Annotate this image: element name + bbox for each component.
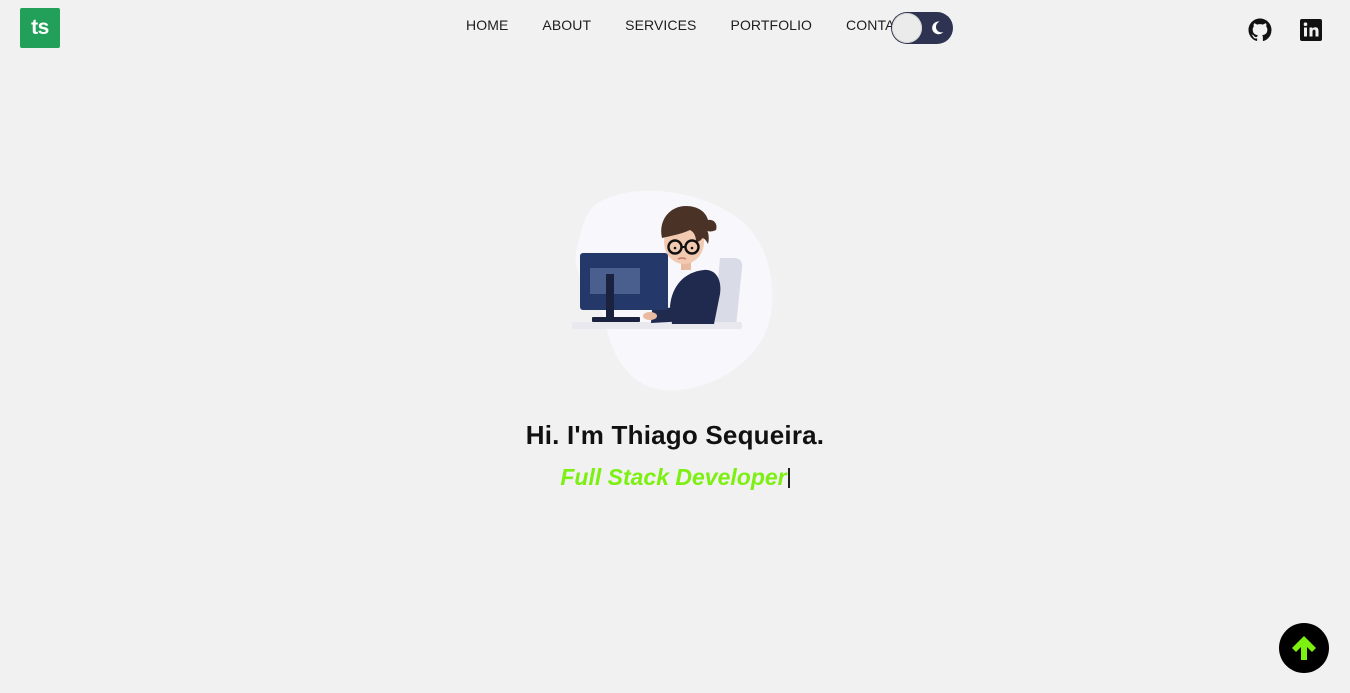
moon-icon [932,21,944,35]
github-icon[interactable] [1248,18,1272,42]
nav-portfolio-link[interactable]: PORTFOLIO [731,17,813,33]
typing-cursor [787,468,790,488]
logo-text: ts [31,16,49,39]
logo[interactable]: ts [20,8,60,48]
hero-subtitle: Full Stack Developer [0,464,1350,491]
hero-subtitle-text: Full Stack Developer [560,464,787,490]
toggle-knob [892,13,922,43]
main-nav: HOME ABOUT SERVICES PORTFOLIO CONTACT [466,17,913,33]
theme-toggle[interactable] [891,12,953,44]
nav-about-link[interactable]: ABOUT [542,17,591,33]
nav-home-link[interactable]: HOME [466,17,508,33]
nav-services-link[interactable]: SERVICES [625,17,696,33]
developer-illustration [572,190,773,391]
linkedin-icon[interactable] [1299,18,1323,42]
scroll-to-top-button[interactable] [1279,623,1329,673]
hero-title: Hi. I'm Thiago Sequeira. [525,420,825,450]
page: ts HOME ABOUT SERVICES PORTFOLIO CONTACT [0,0,1350,693]
arrow-up-icon [1292,636,1316,660]
